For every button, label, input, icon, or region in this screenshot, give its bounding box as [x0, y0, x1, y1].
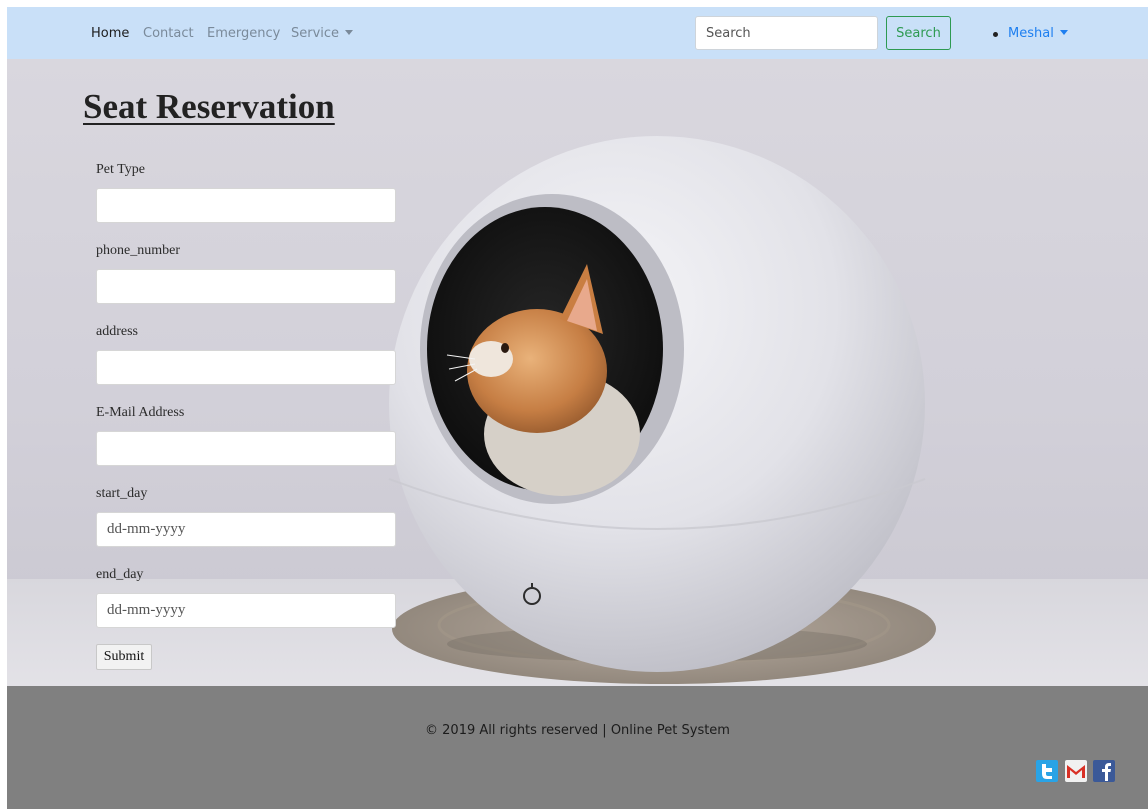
pet-type-label: Pet Type	[96, 162, 145, 177]
search-input[interactable]	[695, 16, 878, 50]
facebook-icon[interactable]	[1093, 760, 1115, 782]
navbar: Home Contact Emergency Service Search Me…	[7, 7, 1148, 59]
user-name-label: Meshal	[1008, 26, 1054, 41]
hero-section: Seat Reservation Pet Type phone_number a…	[7, 59, 1148, 686]
end-day-input[interactable]	[96, 593, 396, 628]
pet-type-input[interactable]	[96, 188, 396, 223]
gmail-icon[interactable]	[1065, 760, 1087, 782]
nav-dropdown-service-label: Service	[291, 26, 340, 41]
window-frame-top	[0, 0, 1148, 7]
nav-link-contact[interactable]: Contact	[143, 26, 194, 41]
start-day-input[interactable]	[96, 512, 396, 547]
email-label: E-Mail Address	[96, 405, 185, 420]
phone-number-input[interactable]	[96, 269, 396, 304]
nav-link-home[interactable]: Home	[91, 26, 129, 41]
caret-down-icon	[345, 30, 354, 35]
nav-dropdown-service[interactable]: Service	[291, 26, 354, 41]
email-input[interactable]	[96, 431, 396, 466]
search-button[interactable]: Search	[886, 16, 951, 50]
submit-button[interactable]: Submit	[96, 644, 152, 670]
footer: © 2019 All rights reserved | Online Pet …	[7, 686, 1148, 809]
copyright-text: © 2019 All rights reserved | Online Pet …	[425, 723, 730, 738]
phone-number-label: phone_number	[96, 243, 180, 258]
twitter-icon[interactable]	[1036, 760, 1058, 782]
bullet-icon	[993, 32, 998, 37]
page-title: Seat Reservation	[83, 87, 335, 126]
address-label: address	[96, 324, 138, 339]
address-input[interactable]	[96, 350, 396, 385]
end-day-label: end_day	[96, 567, 144, 582]
start-day-label: start_day	[96, 486, 148, 501]
caret-down-icon	[1059, 30, 1068, 35]
nav-link-emergency[interactable]: Emergency	[207, 26, 280, 41]
user-menu-dropdown[interactable]: Meshal	[1008, 26, 1068, 41]
